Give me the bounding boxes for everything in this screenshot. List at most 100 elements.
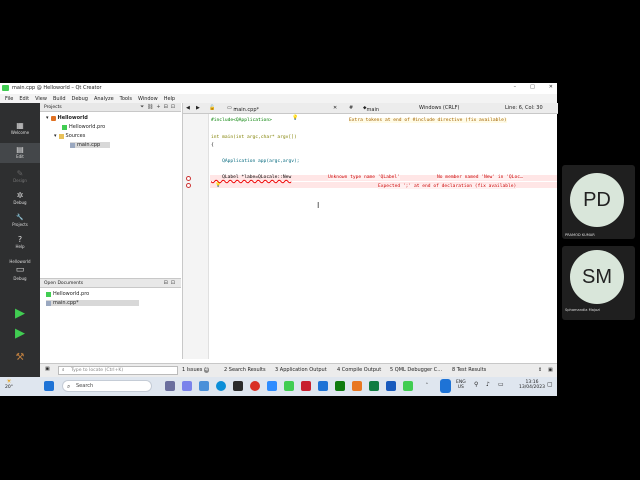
encoding-selector[interactable]: Windows (CRLF) (419, 105, 459, 111)
menu-analyze[interactable]: Analyze (94, 96, 114, 102)
zoom-icon[interactable] (267, 381, 277, 391)
app-icon[interactable] (335, 381, 345, 391)
volume-icon[interactable]: ♪ (486, 382, 490, 388)
mode-help[interactable]: ? Help (0, 235, 40, 253)
task-view-icon[interactable] (165, 381, 175, 391)
participant-tile[interactable]: PD PRAMOD KUMAR (562, 165, 635, 239)
language-indicator[interactable]: ENG US (456, 380, 466, 390)
tab-issues[interactable]: 1 Issues 4 (182, 367, 210, 373)
output-pane-menu-button[interactable]: ⇕ (538, 367, 542, 373)
open-doc-item[interactable]: Helloworld.pro (46, 291, 89, 297)
expand-arrow-icon[interactable]: ▾ (46, 115, 49, 121)
menu-edit[interactable]: Edit (19, 96, 29, 102)
menu-help[interactable]: Help (164, 96, 175, 102)
error-marker-icon[interactable] (186, 176, 191, 181)
tab-test-results[interactable]: 8 Test Results (452, 367, 486, 373)
code-line-4[interactable]: { (211, 143, 214, 148)
kit-selector[interactable]: Helloworld ▭ Debug (0, 259, 40, 291)
app-icon[interactable] (318, 381, 328, 391)
tree-item-main-cpp[interactable]: main.cpp (70, 142, 111, 148)
close-button[interactable]: ✕ (549, 84, 553, 90)
mode-projects[interactable]: 🔧 Projects (0, 213, 40, 231)
diagnostic-annotation[interactable]: No member named 'New' in 'QLoc… (437, 175, 523, 180)
network-icon[interactable]: ⚲ (474, 382, 478, 388)
diagnostic-annotation[interactable]: Expected ';' at end of declaration (fix … (378, 184, 517, 189)
issues-count-badge: 4 (203, 367, 210, 373)
open-file-selector[interactable]: ▭ main.cpp* ⌄ (227, 105, 259, 113)
mode-debug[interactable]: ✲ Debug (0, 191, 40, 209)
chrome-icon[interactable] (250, 381, 260, 391)
excel-icon[interactable] (369, 381, 379, 391)
open-documents-title[interactable]: Open Documents (44, 281, 83, 286)
menu-window[interactable]: Window (138, 96, 158, 102)
qt-creator-icon[interactable] (403, 381, 413, 391)
symbol-selector[interactable]: ⬥ main (363, 105, 379, 113)
panel-controls[interactable]: ⏷⛓+⊟⊡ (140, 104, 178, 110)
debug-icon: ✲ (16, 191, 24, 200)
minimize-button[interactable]: – (514, 84, 517, 90)
edge-icon[interactable] (216, 381, 226, 391)
project-icon (50, 115, 56, 121)
code-line-1[interactable]: #include<QApplication> (211, 118, 272, 123)
cursor-position[interactable]: Line: 6, Col: 30 (505, 105, 543, 111)
taskbar-search[interactable]: ⌕ Search (62, 380, 152, 392)
qt-icon[interactable] (284, 381, 294, 391)
app-icon[interactable] (352, 381, 362, 391)
file-explorer-icon[interactable] (199, 381, 209, 391)
menu-debug[interactable]: Debug (72, 96, 88, 102)
battery-icon[interactable]: ▭ (498, 382, 504, 388)
diagnostic-annotation[interactable]: Extra tokens at end of #include directiv… (349, 118, 507, 123)
teams-icon[interactable] (182, 381, 192, 391)
microphone-icon[interactable] (440, 379, 451, 393)
weather-widget[interactable]: ☀ 20° (5, 379, 13, 391)
clock[interactable]: 13:16 13/04/2023 (519, 380, 545, 390)
tab-qml-debugger[interactable]: 5 QML Debugger C… (390, 367, 442, 373)
line-gutter (183, 114, 209, 359)
lightbulb-icon[interactable]: 💡 (292, 115, 298, 121)
toggle-sidebar-button[interactable]: ▣ (45, 366, 50, 372)
word-icon[interactable] (386, 381, 396, 391)
debug-run-button[interactable]: ▶ (12, 327, 28, 341)
menu-view[interactable]: View (35, 96, 47, 102)
participant-tile[interactable]: SM Sphamandla Majozi (562, 246, 635, 320)
tray-chevron-icon[interactable]: ⌃ (425, 383, 429, 388)
error-marker-icon[interactable] (186, 183, 191, 188)
code-line-7[interactable]: QLabel *labe=QLocale::New (211, 175, 291, 180)
mode-edit[interactable]: ▤ Edit (0, 143, 40, 163)
mode-welcome[interactable]: ▦ Welcome (0, 121, 40, 139)
run-button[interactable]: ▶ (12, 307, 28, 321)
expand-arrow-icon[interactable]: ▾ (54, 133, 57, 139)
store-icon[interactable] (233, 381, 243, 391)
code-editor: ◀ ▶ 🔓 ▭ main.cpp* ⌄ ✕ # ⬥ main Windows (… (182, 103, 558, 359)
close-file-button[interactable]: ✕ (333, 105, 337, 111)
projects-panel-title[interactable]: Projects (44, 105, 62, 110)
tab-search-results[interactable]: 2 Search Results (224, 367, 266, 373)
maximize-button[interactable]: □ (530, 84, 535, 90)
tab-compile-output[interactable]: 4 Compile Output (337, 367, 381, 373)
mode-design[interactable]: ✎ Design (0, 169, 40, 187)
lightbulb-icon[interactable]: 💡 (215, 182, 221, 188)
menu-file[interactable]: File (5, 96, 13, 102)
tab-application-output[interactable]: 3 Application Output (275, 367, 327, 373)
nav-forward-button[interactable]: ▶ (196, 105, 200, 111)
maximize-output-button[interactable]: ▣ (548, 367, 553, 373)
code-line-6[interactable]: QApplication app(argc,argv); (211, 159, 299, 164)
nav-back-button[interactable]: ◀ (186, 105, 190, 111)
start-button[interactable] (44, 381, 54, 391)
build-button[interactable]: ⚒ (12, 351, 28, 365)
code-line-3[interactable]: int main(int argc,char* argv[]) (211, 135, 297, 140)
cpp-file-icon (70, 142, 75, 148)
notification-icon[interactable]: ▢ (547, 382, 553, 388)
editor-toolbar: ◀ ▶ 🔓 ▭ main.cpp* ⌄ ✕ # ⬥ main Windows (… (183, 103, 558, 114)
menu-build[interactable]: Build (53, 96, 66, 102)
tree-item-project[interactable]: ▾ Helloworld (46, 115, 88, 121)
tree-item-pro-file[interactable]: Helloworld.pro (62, 124, 105, 130)
open-doc-item[interactable]: main.cpp* (46, 300, 139, 306)
panel-controls[interactable]: ⊟⊡ (164, 280, 178, 286)
diagnostic-annotation[interactable]: Unknown type name 'QLabel' (328, 175, 400, 180)
window-title: main.cpp @ Helloworld – Qt Creator (12, 85, 102, 91)
tree-item-sources[interactable]: ▾ Sources (54, 133, 85, 139)
app-icon[interactable] (301, 381, 311, 391)
menu-tools[interactable]: Tools (120, 96, 132, 102)
locator-input[interactable]: ⌕ Type to locate (Ctrl+K) (58, 366, 178, 375)
